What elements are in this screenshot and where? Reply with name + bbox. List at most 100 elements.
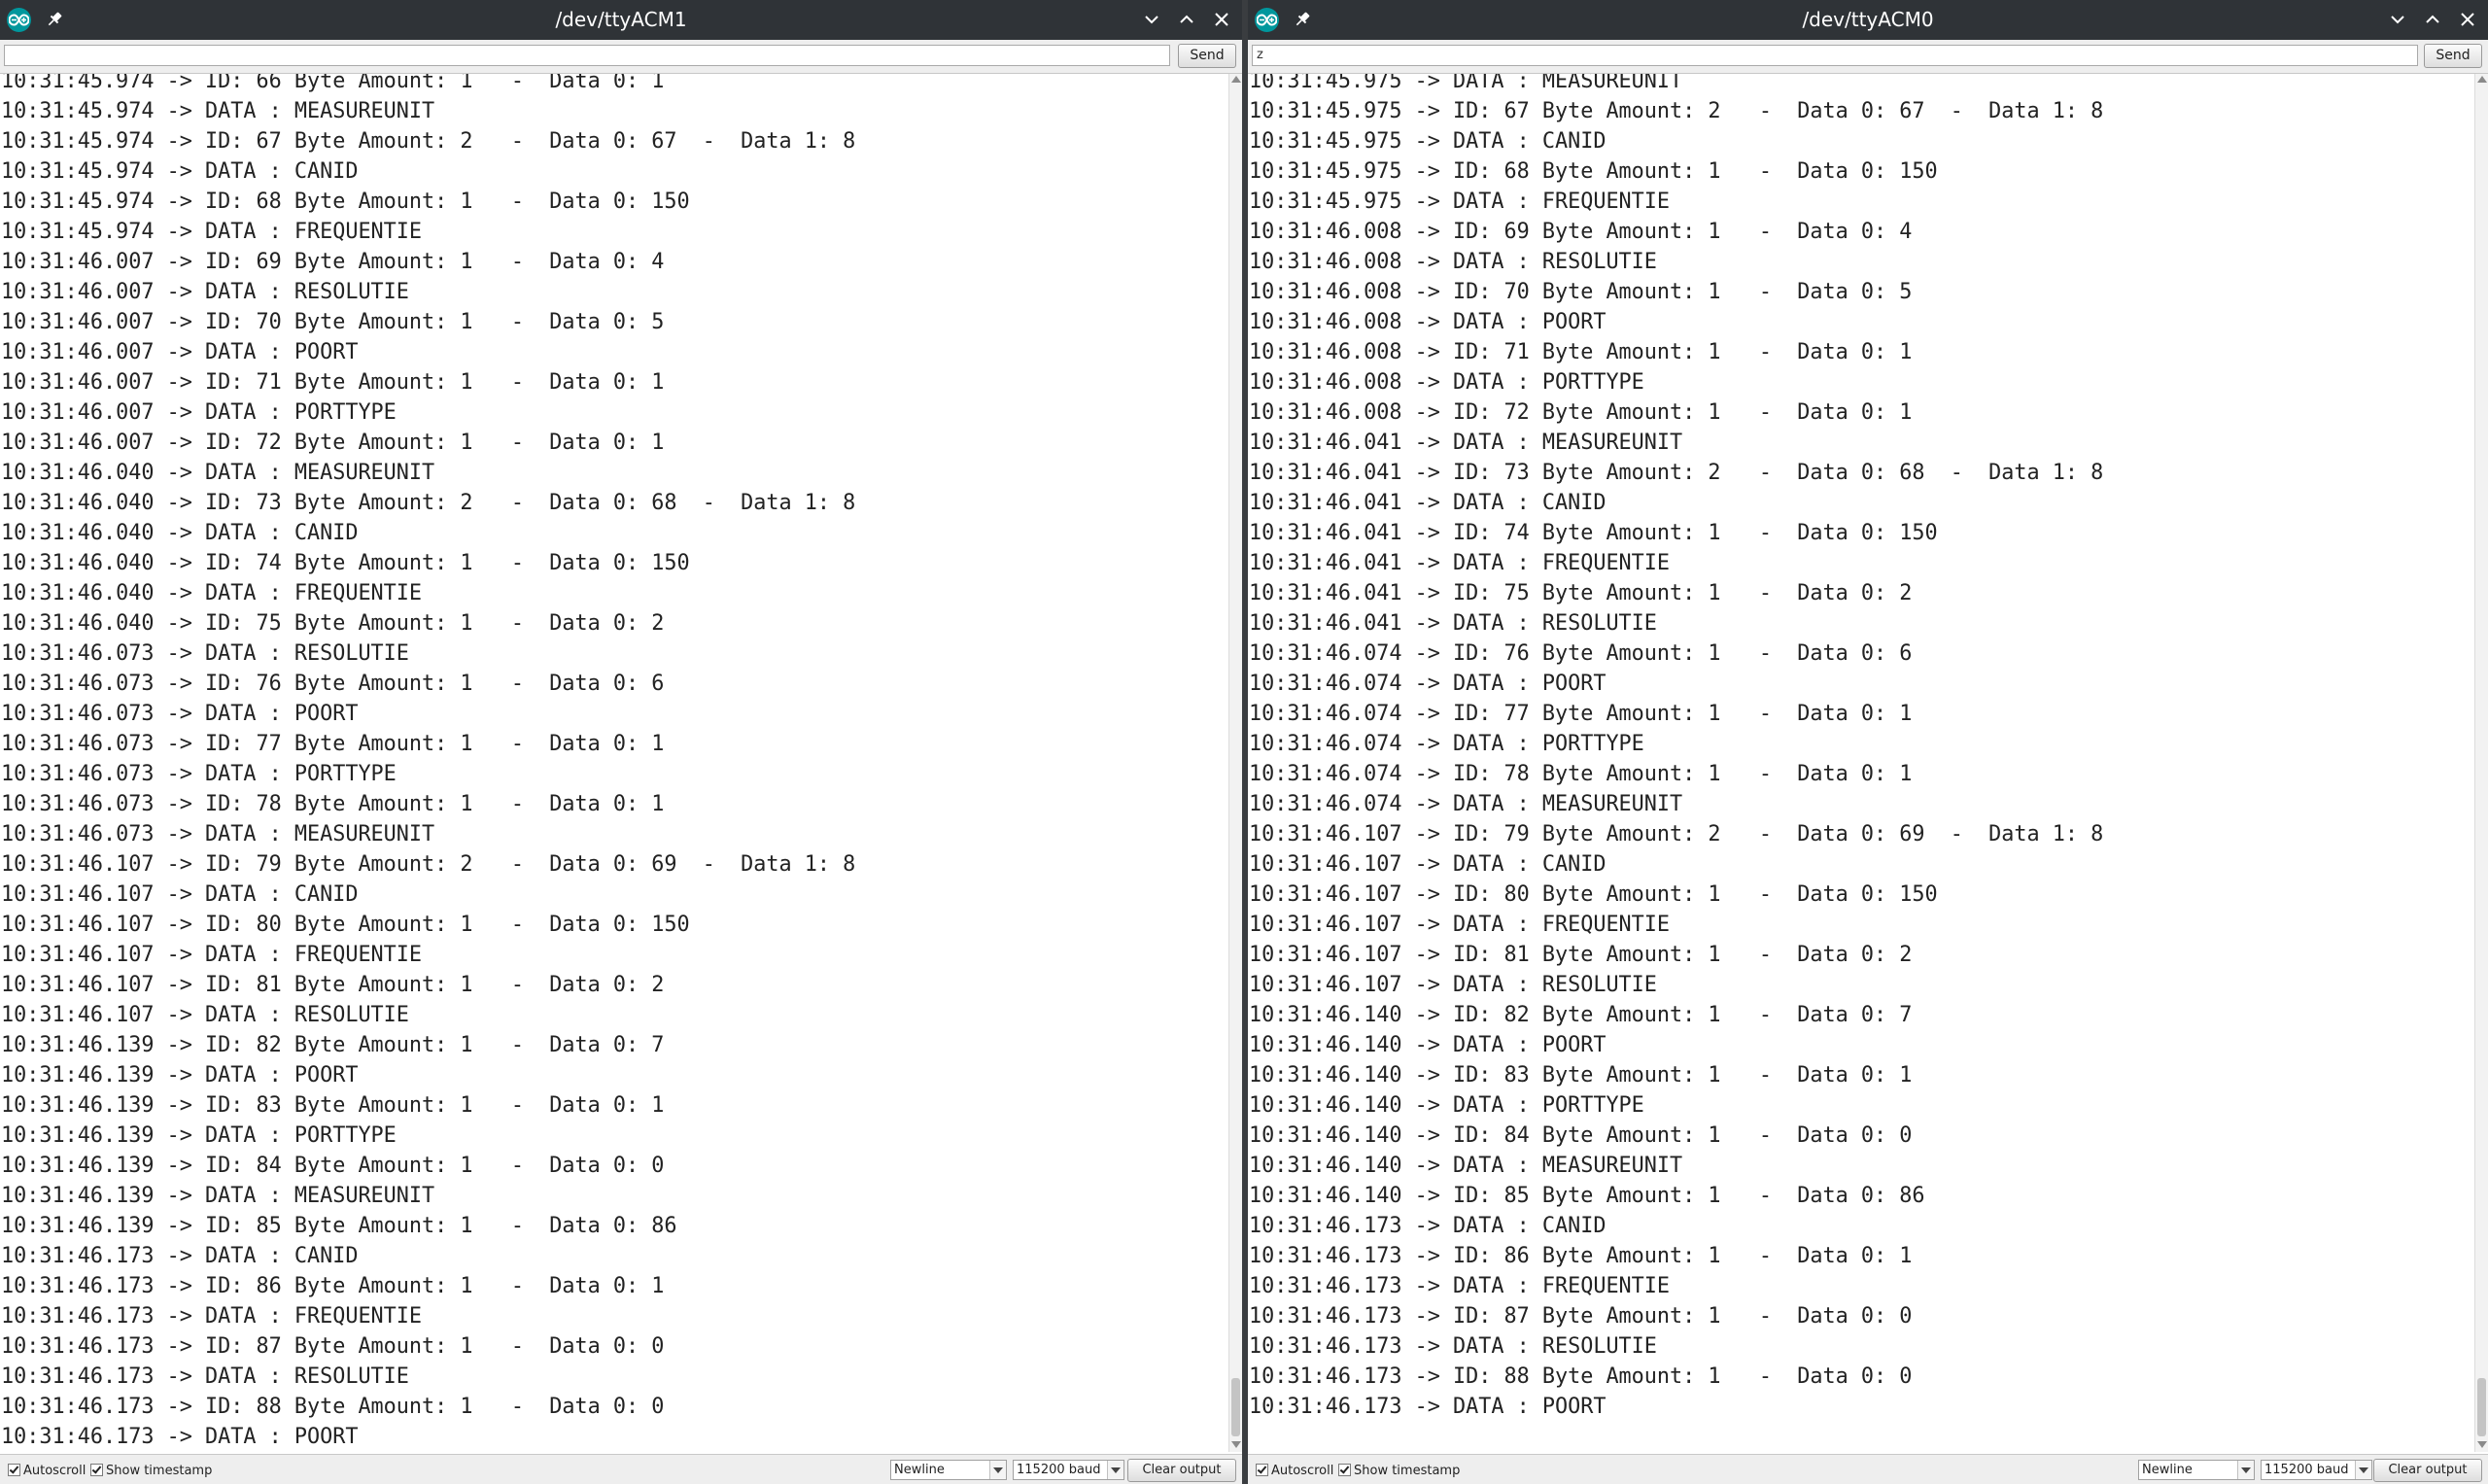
output-line: 10:31:46.173 -> ID: 88 Byte Amount: 1 - … <box>1 1395 665 1419</box>
output-line: 10:31:46.074 -> ID: 78 Byte Amount: 1 - … <box>1249 762 1913 786</box>
line-ending-select[interactable]: Newline <box>2138 1460 2255 1480</box>
window-title: /dev/ttyACM0 <box>1802 8 1934 31</box>
chevron-down-icon[interactable] <box>2355 1461 2371 1479</box>
output-line: 10:31:46.007 -> ID: 70 Byte Amount: 1 - … <box>1 310 665 334</box>
output-line: 10:31:46.173 -> DATA : POORT <box>1249 1395 1607 1419</box>
baud-rate-select[interactable]: 115200 baud <box>2261 1460 2372 1480</box>
output-line: 10:31:46.139 -> ID: 84 Byte Amount: 1 - … <box>1 1154 665 1178</box>
output-line: 10:31:46.140 -> DATA : MEASUREUNIT <box>1249 1154 1683 1178</box>
autoscroll-label: Autoscroll <box>1271 1464 1334 1478</box>
scroll-down-arrow-icon[interactable] <box>1231 1441 1241 1448</box>
line-ending-value: Newline <box>2142 1463 2193 1477</box>
line-ending-select[interactable]: Newline <box>890 1460 1007 1480</box>
scroll-down-arrow-icon[interactable] <box>2477 1441 2487 1448</box>
output-line: 10:31:46.173 -> DATA : CANID <box>1249 1214 1607 1238</box>
serial-monitor-window-acm0: /dev/ttyACM0 z Send 10:31:45.975 -> DATA… <box>1248 0 2488 1484</box>
output-line: 10:31:46.074 -> ID: 76 Byte Amount: 1 - … <box>1249 641 1913 666</box>
send-button[interactable]: Send <box>2424 44 2482 68</box>
output-line: 10:31:46.007 -> ID: 72 Byte Amount: 1 - … <box>1 431 665 455</box>
checkbox-checked-icon[interactable] <box>1338 1464 1351 1476</box>
vertical-scrollbar[interactable] <box>1228 74 1242 1452</box>
output-line: 10:31:46.040 -> ID: 74 Byte Amount: 1 - … <box>1 551 690 575</box>
output-line: 10:31:46.107 -> ID: 81 Byte Amount: 1 - … <box>1249 943 1913 967</box>
output-line: 10:31:46.007 -> ID: 69 Byte Amount: 1 - … <box>1 250 665 274</box>
output-line: 10:31:46.041 -> ID: 74 Byte Amount: 1 - … <box>1249 521 1938 545</box>
output-line: 10:31:46.040 -> DATA : MEASUREUNIT <box>1 461 435 485</box>
output-line: 10:31:46.107 -> DATA : CANID <box>1249 852 1607 877</box>
scrollbar-thumb[interactable] <box>2477 1378 2486 1436</box>
output-line: 10:31:46.173 -> ID: 86 Byte Amount: 1 - … <box>1249 1244 1913 1268</box>
output-line: 10:31:46.007 -> DATA : PORTTYPE <box>1 400 397 425</box>
output-line: 10:31:46.040 -> ID: 73 Byte Amount: 2 - … <box>1 491 856 515</box>
output-line: 10:31:46.139 -> ID: 82 Byte Amount: 1 - … <box>1 1033 665 1057</box>
output-line: 10:31:46.107 -> DATA : RESOLUTIE <box>1 1003 409 1027</box>
chevron-down-icon[interactable] <box>2237 1461 2254 1479</box>
output-line: 10:31:46.074 -> DATA : POORT <box>1249 672 1607 696</box>
output-line: 10:31:46.008 -> DATA : RESOLUTIE <box>1249 250 1657 274</box>
scroll-up-arrow-icon[interactable] <box>2477 76 2487 83</box>
output-line: 10:31:46.140 -> DATA : PORTTYPE <box>1249 1093 1644 1118</box>
output-line: 10:31:46.041 -> ID: 75 Byte Amount: 1 - … <box>1249 581 1913 605</box>
output-line: 10:31:46.040 -> DATA : CANID <box>1 521 359 545</box>
maximize-icon[interactable] <box>2422 9 2443 30</box>
checkbox-checked-icon[interactable] <box>8 1464 20 1476</box>
show-timestamp-checkbox[interactable]: Show timestamp <box>1338 1464 1461 1478</box>
output-line: 10:31:46.173 -> ID: 87 Byte Amount: 1 - … <box>1 1334 665 1359</box>
output-line: 10:31:46.173 -> ID: 87 Byte Amount: 1 - … <box>1249 1304 1913 1329</box>
output-line: 10:31:46.107 -> ID: 79 Byte Amount: 2 - … <box>1249 822 2104 846</box>
output-line: 10:31:45.975 -> DATA : MEASUREUNIT <box>1249 74 1683 93</box>
output-line: 10:31:46.173 -> DATA : CANID <box>1 1244 359 1268</box>
minimize-icon[interactable] <box>2387 9 2408 30</box>
show-timestamp-label: Show timestamp <box>1354 1464 1461 1478</box>
clear-output-button[interactable]: Clear output <box>2373 1459 2482 1482</box>
clear-output-button[interactable]: Clear output <box>1127 1459 1236 1482</box>
output-line: 10:31:46.173 -> DATA : RESOLUTIE <box>1 1364 409 1389</box>
chevron-down-icon[interactable] <box>1107 1461 1123 1479</box>
title-bar[interactable]: /dev/ttyACM0 <box>1248 0 2488 40</box>
checkbox-checked-icon[interactable] <box>1256 1464 1268 1476</box>
baud-rate-value: 115200 baud <box>1017 1463 1101 1477</box>
output-line: 10:31:45.974 -> ID: 67 Byte Amount: 2 - … <box>1 129 856 154</box>
output-line: 10:31:46.008 -> ID: 72 Byte Amount: 1 - … <box>1249 400 1913 425</box>
output-line: 10:31:45.975 -> DATA : CANID <box>1249 129 1607 154</box>
output-line: 10:31:46.140 -> ID: 84 Byte Amount: 1 - … <box>1249 1123 1913 1148</box>
output-line: 10:31:46.107 -> ID: 79 Byte Amount: 2 - … <box>1 852 856 877</box>
output-line: 10:31:46.107 -> DATA : FREQUENTIE <box>1249 913 1671 937</box>
checkbox-checked-icon[interactable] <box>90 1464 103 1476</box>
output-line: 10:31:45.975 -> DATA : FREQUENTIE <box>1249 190 1671 214</box>
send-button[interactable]: Send <box>1178 44 1236 68</box>
vertical-scrollbar[interactable] <box>2474 74 2488 1452</box>
output-line: 10:31:46.040 -> DATA : FREQUENTIE <box>1 581 423 605</box>
window-title: /dev/ttyACM1 <box>555 8 687 31</box>
serial-input[interactable]: z <box>1252 45 2418 66</box>
line-ending-value: Newline <box>894 1463 945 1477</box>
status-footer: Autoscroll Show timestamp Newline 115200… <box>0 1454 1242 1484</box>
output-line: 10:31:46.173 -> DATA : FREQUENTIE <box>1249 1274 1671 1298</box>
output-line: 10:31:46.008 -> DATA : PORTTYPE <box>1249 370 1644 395</box>
close-icon[interactable] <box>2457 9 2478 30</box>
output-line: 10:31:46.139 -> DATA : PORTTYPE <box>1 1123 397 1148</box>
output-line: 10:31:46.073 -> ID: 76 Byte Amount: 1 - … <box>1 672 665 696</box>
output-line: 10:31:46.073 -> ID: 78 Byte Amount: 1 - … <box>1 792 665 816</box>
autoscroll-checkbox[interactable]: Autoscroll <box>1256 1464 1334 1478</box>
output-line: 10:31:46.007 -> DATA : POORT <box>1 340 359 364</box>
title-bar[interactable]: /dev/ttyACM1 <box>0 0 1242 40</box>
output-line: 10:31:46.073 -> DATA : MEASUREUNIT <box>1 822 435 846</box>
output-line: 10:31:46.107 -> DATA : CANID <box>1 882 359 907</box>
serial-input[interactable] <box>4 45 1170 66</box>
scroll-up-arrow-icon[interactable] <box>1231 76 1241 83</box>
chevron-down-icon[interactable] <box>989 1461 1006 1479</box>
scrollbar-thumb[interactable] <box>1231 1378 1240 1436</box>
close-icon[interactable] <box>1211 9 1232 30</box>
maximize-icon[interactable] <box>1176 9 1197 30</box>
autoscroll-checkbox[interactable]: Autoscroll <box>8 1464 86 1478</box>
output-line: 10:31:46.074 -> ID: 77 Byte Amount: 1 - … <box>1249 702 1913 726</box>
show-timestamp-checkbox[interactable]: Show timestamp <box>90 1464 212 1478</box>
output-line: 10:31:46.173 -> ID: 88 Byte Amount: 1 - … <box>1249 1364 1913 1389</box>
minimize-icon[interactable] <box>1141 9 1162 30</box>
baud-rate-value: 115200 baud <box>2264 1463 2349 1477</box>
baud-rate-select[interactable]: 115200 baud <box>1013 1460 1124 1480</box>
output-line: 10:31:46.073 -> DATA : POORT <box>1 702 359 726</box>
output-line: 10:31:46.041 -> DATA : CANID <box>1249 491 1607 515</box>
output-line: 10:31:46.040 -> ID: 75 Byte Amount: 1 - … <box>1 611 665 636</box>
